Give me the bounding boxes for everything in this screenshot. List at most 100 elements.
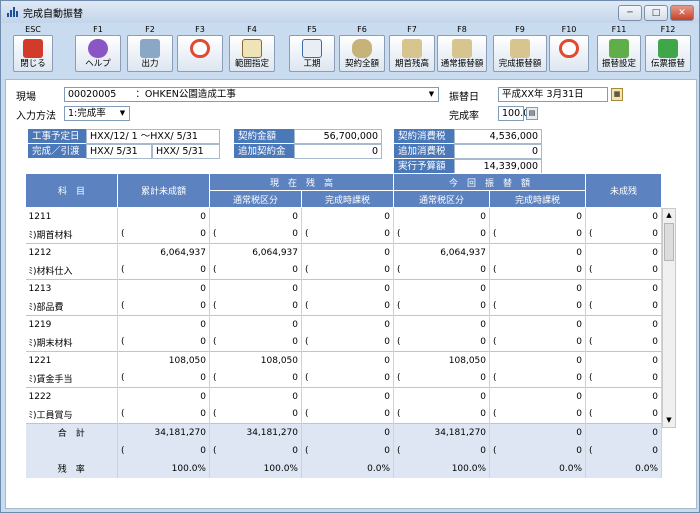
table-row[interactable]: 1212 6,064,937 6,064,937 0 6,064,937 0 0: [25, 243, 663, 262]
button-label: 契約全額: [344, 59, 379, 69]
cell-sub: (0: [301, 369, 395, 388]
paren: (: [589, 373, 593, 384]
paren: (: [305, 265, 309, 276]
paren: (: [213, 373, 217, 384]
site-select[interactable]: 00020005 ：OHKEN公園造成工事 ▼: [64, 87, 439, 102]
transfer-date-label: 振替日: [449, 92, 479, 103]
scroll-down-icon[interactable]: ▼: [663, 414, 675, 427]
paren: (: [397, 337, 401, 348]
completion-rate-label: 完成率: [449, 111, 479, 122]
header-current-balance: 現 在 残 高: [208, 173, 395, 191]
schedule-value: HXX/12/ 1 ～HXX/ 5/31: [86, 129, 220, 144]
paren: (: [213, 337, 217, 348]
cell-value: 0: [489, 387, 587, 406]
key-label: F12: [660, 25, 676, 34]
account-name: ﾐ)賃金手当: [25, 369, 118, 388]
key-label: F4: [247, 25, 257, 34]
f8-normal-transfer-button[interactable]: F8 通常振替額: [437, 25, 487, 75]
f9-completion-transfer-button[interactable]: F9 完成振替額: [493, 25, 547, 75]
cell-value: 0: [384, 229, 391, 240]
total-sub-row: (0(0(0(0(0(0: [25, 441, 663, 460]
header-normal-tax: 通常税区分: [209, 190, 302, 208]
table-row[interactable]: 1211 0 0 0 0 0 0: [25, 207, 663, 226]
additional-contract-label: 追加契約金: [234, 144, 294, 159]
table-row-sub[interactable]: ﾐ)工員賞与(0(0(0(0(0(0: [25, 405, 663, 424]
function-key-toolbar: ESC 閉じる F1 ヘルプ F2 出力 F3 F4 範囲指定 F5 工期 F6…: [5, 25, 695, 75]
header-unfinished: 未成残: [585, 173, 663, 208]
f10-disabled-button[interactable]: F10: [549, 25, 589, 75]
cell-sub: (0: [489, 405, 587, 424]
print-icon: [140, 39, 160, 58]
total-label: 合 計: [25, 423, 118, 442]
chevron-down-icon: ▼: [428, 90, 435, 98]
cell-value: 0: [585, 387, 663, 406]
table-row-sub[interactable]: ﾐ)材料仕入(0(0(0(0(0(0: [25, 261, 663, 280]
input-method-select[interactable]: 1:完成率 ▼: [64, 106, 130, 121]
table-row[interactable]: 1221 108,050 108,050 0 108,050 0 0: [25, 351, 663, 370]
f3-disabled-button[interactable]: F3: [177, 25, 223, 75]
cell-sub: (0: [209, 333, 302, 352]
account-code: 1211: [25, 207, 118, 226]
schedule-icon: [302, 39, 322, 58]
delivery-date-value: HXX/ 5/31: [152, 144, 220, 159]
cell-value: 0: [652, 337, 659, 348]
paren: (: [397, 229, 401, 240]
completion-rate-field[interactable]: 100.0: [498, 106, 529, 121]
vertical-scrollbar[interactable]: ▲ ▼: [662, 208, 676, 428]
close-window-button[interactable]: ✕: [670, 5, 694, 21]
cell-value: 0: [480, 337, 487, 348]
key-label: F8: [457, 25, 467, 34]
f6-contract-total-button[interactable]: F6 契約全額: [339, 25, 385, 75]
cell-value: 0: [292, 265, 298, 276]
f11-transfer-settings-button[interactable]: F11 振替設定: [597, 25, 641, 75]
f12-voucher-transfer-button[interactable]: F12 伝票振替: [645, 25, 691, 75]
cell-sub: (0: [489, 225, 587, 244]
table-row[interactable]: 1219 0 0 0 0 0 0: [25, 315, 663, 334]
money-icon: [402, 39, 422, 58]
cell-value: 0: [384, 265, 391, 276]
esc-close-button[interactable]: ESC 閉じる: [13, 25, 53, 75]
cell-value: 0: [384, 373, 391, 384]
paren: (: [397, 409, 401, 420]
table-row[interactable]: 1222 0 0 0 0 0 0: [25, 387, 663, 406]
f5-period-button[interactable]: F5 工期: [289, 25, 335, 75]
f4-range-button[interactable]: F4 範囲指定: [229, 25, 275, 75]
disabled-icon: [559, 39, 579, 58]
paren: (: [121, 373, 125, 384]
f7-opening-balance-button[interactable]: F7 期首残高: [389, 25, 435, 75]
cell-value: 108,050: [393, 351, 491, 370]
calendar-icon[interactable]: ▦: [611, 88, 623, 101]
table-row[interactable]: 1213 0 0 0 0 0 0: [25, 279, 663, 298]
table-row-sub[interactable]: ﾐ)賃金手当(0(0(0(0(0(0: [25, 369, 663, 388]
app-icon: [7, 7, 19, 17]
spinner-icon[interactable]: ▤: [526, 107, 538, 120]
maximize-button[interactable]: □: [644, 5, 668, 21]
table-row-sub[interactable]: ﾐ)期首材料(0(0(0(0(0(0: [25, 225, 663, 244]
cell-value: 0: [292, 337, 298, 348]
cell-sub: (0: [209, 405, 302, 424]
header-transfer-amount: 今 回 振 替 額: [393, 173, 587, 191]
scroll-thumb[interactable]: [664, 223, 674, 261]
transfer-date-field[interactable]: 平成XX年 3月31日: [498, 87, 608, 102]
f1-help-button[interactable]: F1 ヘルプ: [75, 25, 121, 75]
f2-output-button[interactable]: F2 出力: [127, 25, 173, 75]
cell-value: 0: [292, 373, 298, 384]
scroll-up-icon[interactable]: ▲: [663, 209, 675, 222]
cumulative-value: 6,064,937: [117, 243, 210, 262]
minimize-button[interactable]: ─: [618, 5, 642, 21]
table-row-sub[interactable]: ﾐ)期末材料(0(0(0(0(0(0: [25, 333, 663, 352]
transfer-table: 科 目 累計未成額 現 在 残 高 今 回 振 替 額 未成残 通常税区分 完成…: [25, 173, 663, 478]
paren: (: [305, 373, 309, 384]
cell-value: 0: [301, 279, 395, 298]
key-label: ESC: [25, 25, 41, 34]
total-row: 合 計 34,181,270 34,181,270 0 34,181,270 0 0: [25, 423, 663, 442]
cell-sub: (0: [585, 333, 663, 352]
cell-sub: (0: [209, 369, 302, 388]
cell-sub: (0: [301, 225, 395, 244]
button-label: 期首残高: [394, 59, 429, 69]
cell-value: 0: [292, 409, 298, 420]
cell-value: 0: [489, 279, 587, 298]
cell-value: 0: [652, 409, 659, 420]
table-row-sub[interactable]: ﾐ)部品費(0(0(0(0(0(0: [25, 297, 663, 316]
account-name: ﾐ)部品費: [25, 297, 118, 316]
